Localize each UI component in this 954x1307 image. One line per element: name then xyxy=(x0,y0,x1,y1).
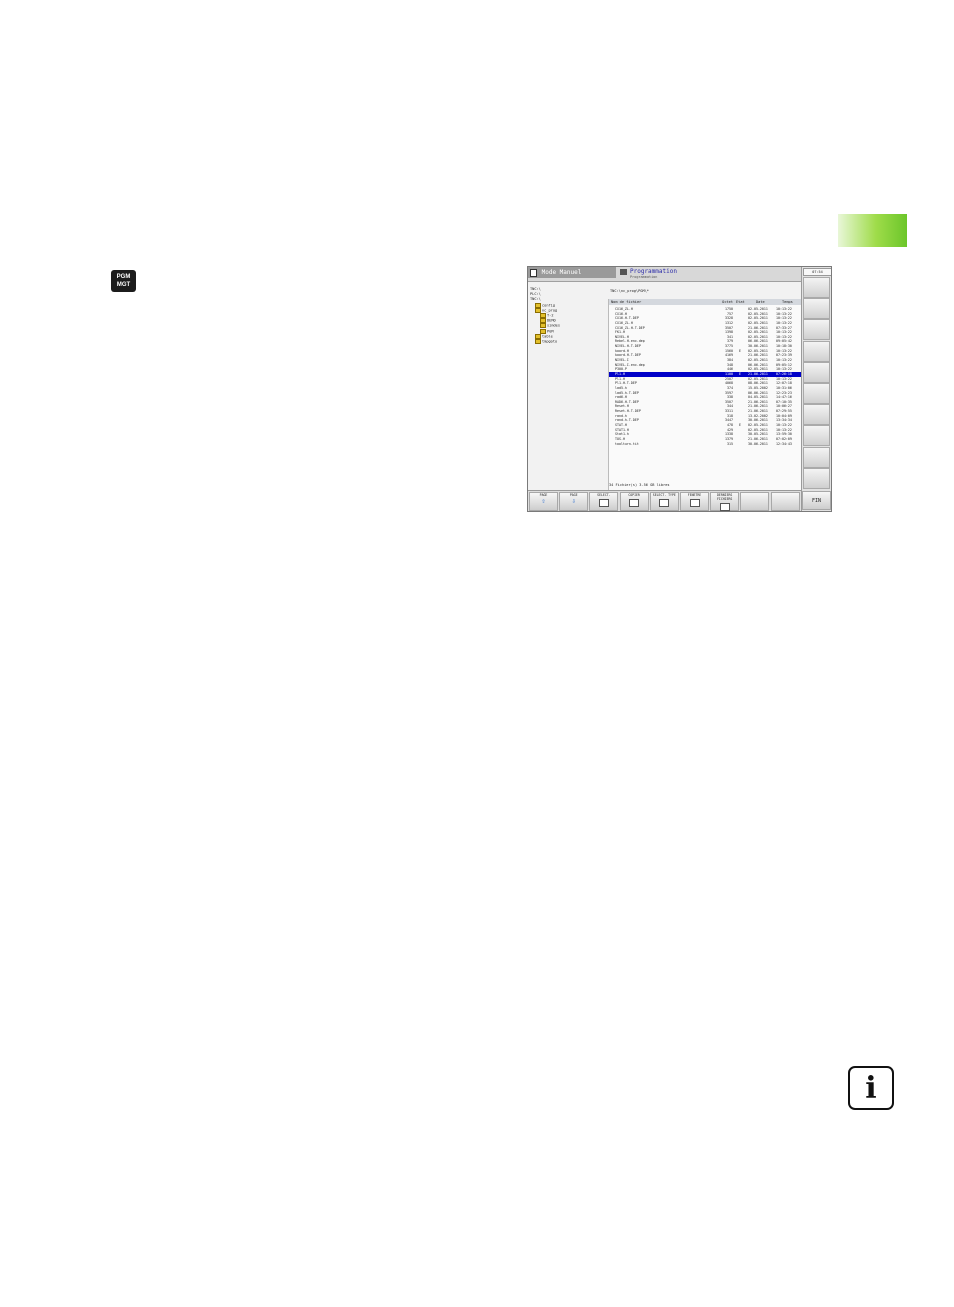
key-line1: PGM xyxy=(116,274,131,280)
arrow-down-icon: ⇩ xyxy=(571,497,576,505)
tree-node-label: DEMO xyxy=(547,318,556,323)
softkey[interactable] xyxy=(740,492,770,511)
tree-node-label: TNC:\ xyxy=(530,287,541,291)
col-status[interactable]: Etat xyxy=(736,299,745,305)
softkey-label: SELECT. TYPE xyxy=(652,493,676,497)
file-date: 30-06-2011 xyxy=(748,441,768,446)
key-line2: MGT xyxy=(116,282,131,288)
tree-node-label: T-2 xyxy=(547,313,554,318)
tree-node-label: PGM xyxy=(547,329,554,334)
col-size[interactable]: Octet xyxy=(719,299,733,305)
col-date[interactable]: Date xyxy=(756,299,765,305)
file-list-header: Nom de fichier Octet Etat Date Temps xyxy=(609,299,802,305)
vertical-softkey[interactable] xyxy=(803,277,830,298)
mode-programming: Programmation Programmation xyxy=(619,268,799,281)
softkey-icon xyxy=(629,499,640,507)
softkey-label: FIN xyxy=(811,498,822,504)
file-time: 12:34:43 xyxy=(776,441,792,446)
arrow-up-icon: ⇧ xyxy=(541,497,546,505)
vertical-softkey[interactable] xyxy=(803,298,830,320)
tree-node-label: nc_prog xyxy=(542,308,558,313)
folder-icon xyxy=(535,339,541,344)
programming-mode-icon xyxy=(620,269,627,275)
vertical-softkey[interactable] xyxy=(803,319,830,341)
file-name: toolturn.tit xyxy=(615,441,639,446)
clock: 07:54 xyxy=(803,268,831,276)
softkey[interactable]: DERNIERS FICHIERS xyxy=(710,492,740,511)
softkey-label: FENETRE xyxy=(687,493,702,497)
vertical-softkey[interactable] xyxy=(803,425,830,447)
vertical-softkey[interactable] xyxy=(803,340,830,362)
softkey[interactable]: FENETRE xyxy=(680,492,709,511)
softkey-label: COPIER xyxy=(628,493,640,497)
softkey[interactable]: SELECT. xyxy=(589,492,619,511)
vertical-softkey[interactable] xyxy=(803,404,830,426)
vertical-softkey[interactable] xyxy=(803,361,830,383)
status-footer: 34 Fichier(s) 3.56 GB libres xyxy=(609,483,670,487)
softkey-icon xyxy=(598,499,609,507)
softkey-icon xyxy=(719,503,730,511)
file-manager-screen: Mode Manuel Programmation Programmation … xyxy=(527,266,832,512)
machine-mode-icon xyxy=(530,268,537,277)
softkey-icon xyxy=(659,499,670,507)
tree-node-label: PLC:\ xyxy=(530,292,541,297)
softkey-label: DERNIERS FICHIERS xyxy=(717,493,733,501)
vertical-softkey[interactable] xyxy=(803,446,830,468)
mode-right-sub: Programmation xyxy=(630,275,658,279)
info-icon: i xyxy=(848,1066,894,1110)
file-size: 315 xyxy=(727,441,733,446)
header-bar: Mode Manuel Programmation Programmation xyxy=(528,267,801,282)
file-rows: CX16_ZL.H 1750 02-05-2011 10:13:22 CX16.H 757… xyxy=(609,307,802,446)
tree-node-label: simdes xyxy=(547,323,560,328)
chapter-tab xyxy=(838,214,907,247)
mode-left-label: Mode Manuel xyxy=(541,269,582,276)
softkey[interactable]: SELECT. TYPE xyxy=(649,492,679,511)
tree-node-label: TNC:\ xyxy=(530,297,541,302)
tree-node[interactable]: tmpgoto xyxy=(535,339,557,345)
col-name[interactable]: Nom de fichier xyxy=(611,299,641,305)
softkey[interactable]: PAGE ⇧ xyxy=(529,492,558,511)
pgm-mgt-key: PGM MGT xyxy=(111,270,136,292)
tree-node-label: config xyxy=(542,303,555,308)
file-list: Nom de fichier Octet Etat Date Temps CX1… xyxy=(608,299,802,490)
tree-node-label: tmpgoto xyxy=(542,339,558,344)
mode-manual: Mode Manuel xyxy=(528,267,616,278)
mode-right-title: Programmation xyxy=(630,268,677,275)
tree-node-label: table xyxy=(542,334,553,339)
softkey[interactable]: PAGE ⇩ xyxy=(559,492,589,511)
col-time[interactable]: Temps xyxy=(782,299,793,305)
softkey[interactable]: COPIER xyxy=(619,492,649,511)
vertical-softkey[interactable] xyxy=(803,467,830,489)
current-path: TNC:\nc_prog\PGM\* xyxy=(610,289,649,293)
file-row[interactable]: toolturn.tit 315 30-06-2011 12:34:43 xyxy=(609,442,802,447)
softkey-label: SELECT. xyxy=(597,493,611,497)
softkey-icon xyxy=(689,499,700,507)
vertical-softkey[interactable] xyxy=(803,383,830,404)
softkey[interactable] xyxy=(770,492,800,511)
directory-tree: TNC:\ PLC:\ TNC:\ config nc_prog T-2 DEMO simde… xyxy=(528,287,608,485)
softkey-bar: PAGE ⇧ PAGE ⇩ SELECT. COPIER SELECT. TYPE FENET… xyxy=(528,490,801,511)
softkey[interactable]: FIN xyxy=(802,491,831,510)
vertical-softkey-bar: 07:54 xyxy=(801,267,831,511)
